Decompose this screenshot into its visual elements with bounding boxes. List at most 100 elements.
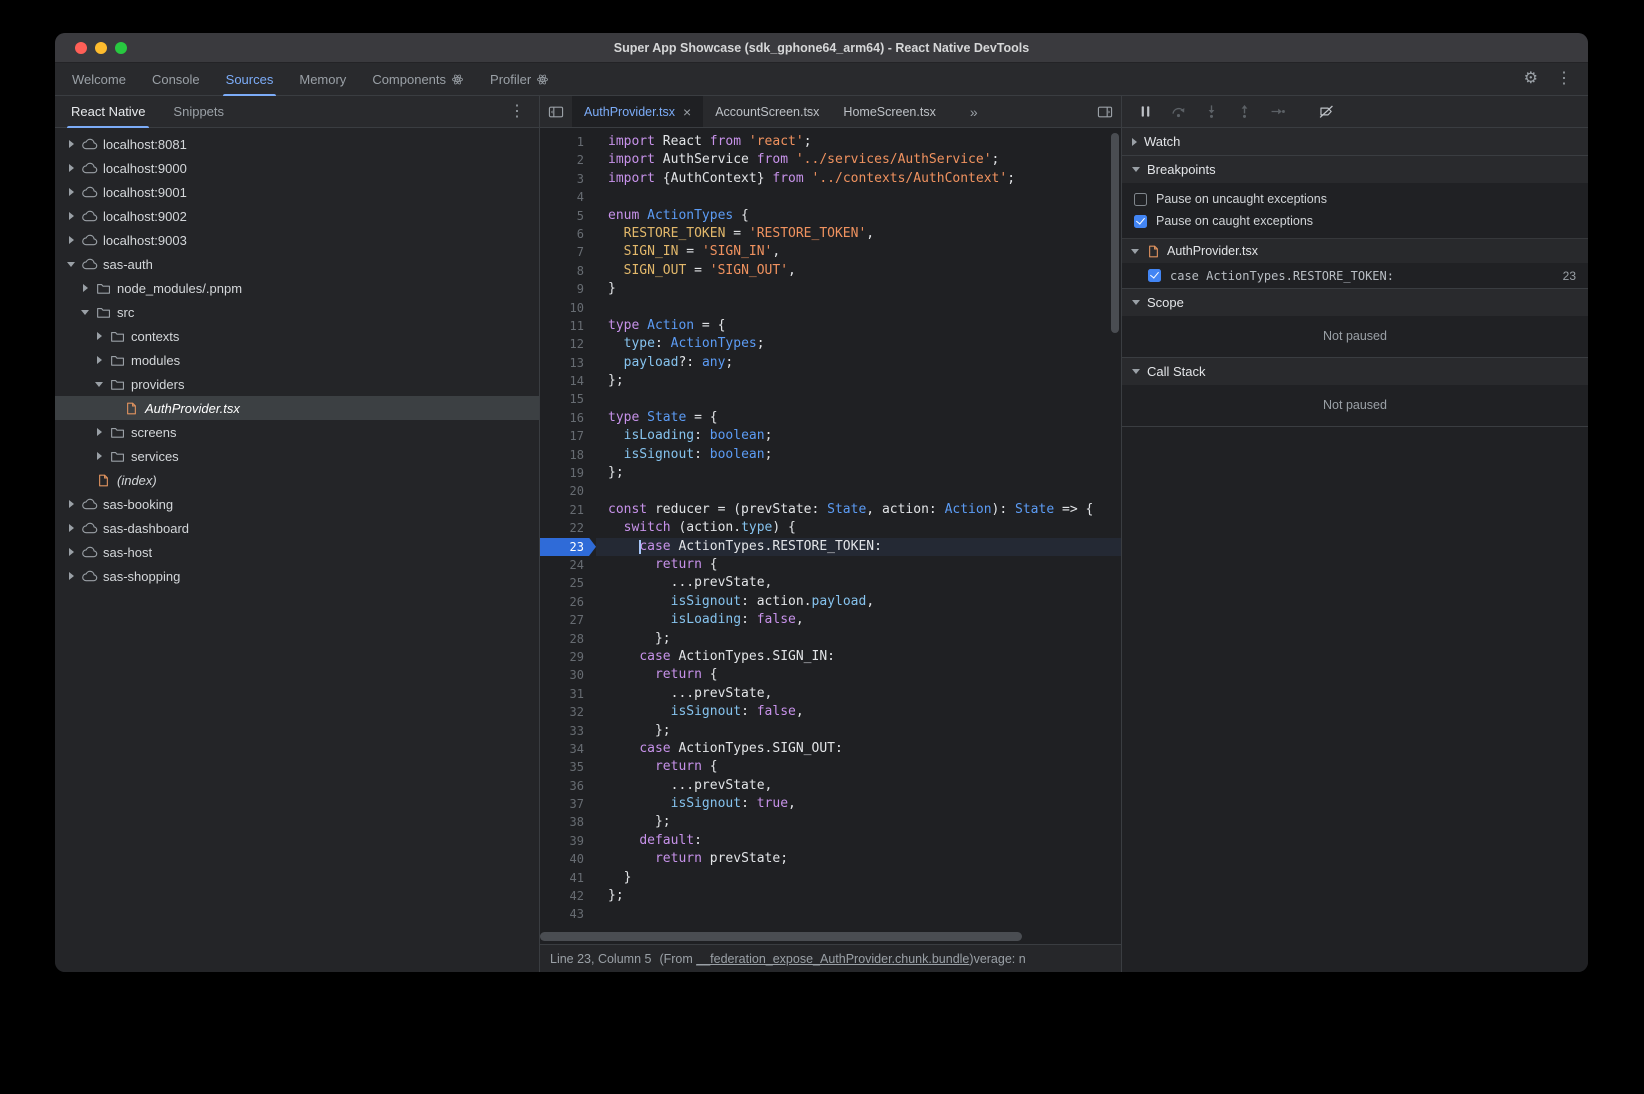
minimize-window-button[interactable] bbox=[95, 42, 107, 54]
code-line[interactable]: ...prevState, bbox=[596, 685, 1121, 703]
line-number[interactable]: 27 bbox=[540, 611, 596, 629]
line-number[interactable]: 1 bbox=[540, 133, 596, 151]
code-line[interactable]: payload?: any; bbox=[596, 354, 1121, 372]
step-button[interactable] bbox=[1262, 99, 1292, 125]
toggle-debugger-panel-icon[interactable] bbox=[1089, 96, 1121, 127]
code-line[interactable]: enum ActionTypes { bbox=[596, 207, 1121, 225]
code-line[interactable] bbox=[596, 482, 1121, 500]
breakpoint-file-group[interactable]: AuthProvider.tsx bbox=[1122, 238, 1588, 263]
pause-exceptions-option[interactable]: Pause on caught exceptions bbox=[1122, 210, 1588, 232]
checkbox[interactable] bbox=[1134, 193, 1147, 206]
tab-sources[interactable]: Sources bbox=[213, 63, 287, 95]
tree-item-localhost-9002[interactable]: localhost:9002 bbox=[55, 204, 539, 228]
panel-tab-react-native[interactable]: React Native bbox=[57, 96, 159, 127]
tree-item-sas-host[interactable]: sas-host bbox=[55, 540, 539, 564]
line-number[interactable]: 17 bbox=[540, 427, 596, 445]
file-tab-authprovider-tsx[interactable]: AuthProvider.tsx× bbox=[572, 96, 703, 127]
code-line[interactable]: } bbox=[596, 280, 1121, 298]
tree-item-localhost-9000[interactable]: localhost:9000 bbox=[55, 156, 539, 180]
chevron-right-icon[interactable] bbox=[63, 548, 79, 556]
code-line[interactable]: }; bbox=[596, 464, 1121, 482]
line-number[interactable]: 37 bbox=[540, 795, 596, 813]
line-number[interactable]: 28 bbox=[540, 630, 596, 648]
code-lines[interactable]: import React from 'react';import AuthSer… bbox=[596, 133, 1121, 944]
chevron-right-icon[interactable] bbox=[63, 188, 79, 196]
step-into-button[interactable] bbox=[1196, 99, 1226, 125]
tree-item-node-modules-pnpm[interactable]: node_modules/.pnpm bbox=[55, 276, 539, 300]
chevron-right-icon[interactable] bbox=[63, 500, 79, 508]
step-out-button[interactable] bbox=[1229, 99, 1259, 125]
deactivate-breakpoints-button[interactable] bbox=[1311, 99, 1341, 125]
code-line[interactable]: default: bbox=[596, 832, 1121, 850]
tree-item-screens[interactable]: screens bbox=[55, 420, 539, 444]
chevron-right-icon[interactable] bbox=[91, 428, 107, 436]
watch-section-header[interactable]: Watch bbox=[1122, 128, 1588, 155]
code-line[interactable]: isLoading: false, bbox=[596, 611, 1121, 629]
navigator-more-kebab-icon[interactable]: ⋮ bbox=[509, 104, 539, 120]
tab-welcome[interactable]: Welcome bbox=[59, 63, 139, 95]
call-stack-section-header[interactable]: Call Stack bbox=[1122, 358, 1588, 385]
tab-components[interactable]: Components bbox=[359, 63, 477, 95]
file-tab-accountscreen-tsx[interactable]: AccountScreen.tsx bbox=[703, 96, 831, 127]
tree-item-sas-shopping[interactable]: sas-shopping bbox=[55, 564, 539, 588]
tree-item-sas-dashboard[interactable]: sas-dashboard bbox=[55, 516, 539, 540]
line-number[interactable]: 42 bbox=[540, 887, 596, 905]
code-line[interactable]: return { bbox=[596, 758, 1121, 776]
line-number[interactable]: 41 bbox=[540, 869, 596, 887]
code-line[interactable]: isSignout: action.payload, bbox=[596, 593, 1121, 611]
code-line[interactable]: switch (action.type) { bbox=[596, 519, 1121, 537]
code-line[interactable]: type Action = { bbox=[596, 317, 1121, 335]
code-line[interactable]: import {AuthContext} from '../contexts/A… bbox=[596, 170, 1121, 188]
line-number[interactable]: 7 bbox=[540, 243, 596, 261]
code-line[interactable]: return { bbox=[596, 556, 1121, 574]
tree-item-src[interactable]: src bbox=[55, 300, 539, 324]
code-line[interactable]: ...prevState, bbox=[596, 574, 1121, 592]
line-number[interactable]: 20 bbox=[540, 482, 596, 500]
code-line[interactable]: RESTORE_TOKEN = 'RESTORE_TOKEN', bbox=[596, 225, 1121, 243]
line-number[interactable]: 18 bbox=[540, 446, 596, 464]
settings-gear-icon[interactable]: ⚙ bbox=[1524, 71, 1538, 87]
line-number[interactable]: 43 bbox=[540, 905, 596, 923]
step-over-button[interactable] bbox=[1163, 99, 1193, 125]
breakpoints-section-header[interactable]: Breakpoints bbox=[1122, 156, 1588, 183]
chevron-right-icon[interactable] bbox=[63, 212, 79, 220]
more-tabs-chevron-icon[interactable]: » bbox=[960, 96, 988, 127]
horizontal-scrollbar[interactable] bbox=[540, 932, 1107, 941]
code-line[interactable] bbox=[596, 299, 1121, 317]
chevron-right-icon[interactable] bbox=[91, 356, 107, 364]
line-number[interactable]: 32 bbox=[540, 703, 596, 721]
chevron-right-icon[interactable] bbox=[91, 332, 107, 340]
chevron-right-icon[interactable] bbox=[63, 164, 79, 172]
checkbox[interactable] bbox=[1134, 215, 1147, 228]
chevron-right-icon[interactable] bbox=[77, 284, 93, 292]
chevron-right-icon[interactable] bbox=[63, 572, 79, 580]
tree-item-index[interactable]: (index) bbox=[55, 468, 539, 492]
code-line[interactable]: SIGN_OUT = 'SIGN_OUT', bbox=[596, 262, 1121, 280]
chevron-right-icon[interactable] bbox=[63, 140, 79, 148]
tree-item-services[interactable]: services bbox=[55, 444, 539, 468]
line-number[interactable]: 38 bbox=[540, 813, 596, 831]
code-line[interactable]: return { bbox=[596, 666, 1121, 684]
line-number[interactable]: 5 bbox=[540, 207, 596, 225]
code-line[interactable]: isLoading: boolean; bbox=[596, 427, 1121, 445]
breakpoint-marker[interactable]: 23 bbox=[540, 538, 596, 556]
tree-item-localhost-8081[interactable]: localhost:8081 bbox=[55, 132, 539, 156]
code-line[interactable]: const reducer = (prevState: State, actio… bbox=[596, 501, 1121, 519]
checkbox[interactable] bbox=[1148, 269, 1161, 282]
chevron-right-icon[interactable] bbox=[63, 524, 79, 532]
tree-item-modules[interactable]: modules bbox=[55, 348, 539, 372]
line-number[interactable]: 25 bbox=[540, 574, 596, 592]
breakpoint-entry[interactable]: case ActionTypes.RESTORE_TOKEN:23 bbox=[1122, 263, 1588, 288]
line-number[interactable]: 34 bbox=[540, 740, 596, 758]
code-line[interactable]: ...prevState, bbox=[596, 777, 1121, 795]
line-number-gutter[interactable]: 1234567891011121314151617181920212223242… bbox=[540, 133, 596, 944]
code-line[interactable]: case ActionTypes.SIGN_OUT: bbox=[596, 740, 1121, 758]
chevron-down-icon[interactable] bbox=[63, 262, 79, 267]
line-number[interactable]: 14 bbox=[540, 372, 596, 390]
window-titlebar[interactable]: Super App Showcase (sdk_gphone64_arm64) … bbox=[55, 33, 1588, 63]
toggle-navigator-icon[interactable] bbox=[540, 96, 572, 127]
line-number[interactable]: 22 bbox=[540, 519, 596, 537]
code-line[interactable] bbox=[596, 390, 1121, 408]
code-line[interactable]: }; bbox=[596, 722, 1121, 740]
code-line[interactable]: SIGN_IN = 'SIGN_IN', bbox=[596, 243, 1121, 261]
